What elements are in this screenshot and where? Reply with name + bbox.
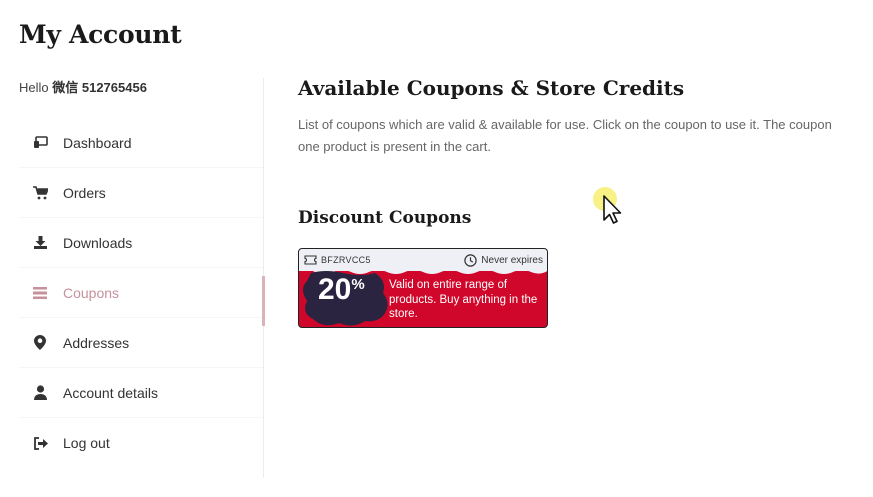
greeting-text: Hello (19, 80, 49, 95)
ticket-icon (304, 255, 317, 265)
discount-coupons-heading: Discount Coupons (298, 208, 472, 228)
coupon-code: BFZRVCC5 (304, 255, 371, 265)
nav-item-label: Coupons (63, 284, 120, 301)
nav-item-addresses[interactable]: Addresses (19, 318, 263, 368)
nav-item-label: Addresses (63, 334, 130, 351)
menu-lines-icon (32, 285, 48, 301)
nav-item-label: Orders (63, 184, 106, 201)
section-heading: Available Coupons & Store Credits (298, 76, 685, 100)
logout-icon (32, 435, 48, 451)
description-line-2: one product is present in the cart. (298, 139, 491, 154)
coupons-description: List of coupons which are valid & availa… (298, 114, 873, 158)
location-pin-icon (32, 335, 48, 351)
download-icon (32, 235, 48, 251)
cart-icon (32, 185, 48, 201)
nav-item-coupons[interactable]: Coupons (19, 268, 263, 318)
active-indicator (262, 276, 265, 326)
page-title: My Account (19, 20, 182, 49)
nav-item-orders[interactable]: Orders (19, 168, 263, 218)
coupon-expiry: Never expires (464, 253, 543, 267)
coupon-code-text: BFZRVCC5 (321, 255, 371, 265)
discount-value: 20 (318, 273, 352, 306)
coupon-description: Valid on entire range of products. Buy a… (389, 279, 538, 320)
nav-item-label: Account details (63, 384, 158, 401)
coupon-card[interactable]: BFZRVCC5 Never expires 20% Valid on enti… (298, 248, 548, 328)
nav-item-label: Log out (63, 435, 110, 451)
description-line-1: List of coupons which are valid & availa… (298, 117, 832, 132)
username: 微信 512765456 (52, 80, 147, 95)
account-nav: Dashboard Orders Downloads Coupons Addre… (19, 118, 263, 468)
account-sidebar: Hello 微信 512765456 Dashboard Orders Down… (19, 78, 265, 478)
nav-item-label: Dashboard (63, 134, 132, 151)
nav-item-logout[interactable]: Log out (19, 418, 263, 468)
coupon-header: BFZRVCC5 Never expires (299, 249, 547, 271)
main-content: Available Coupons & Store Credits List o… (298, 72, 873, 228)
coupon-expiry-text: Never expires (481, 254, 543, 266)
discount-suffix: % (351, 276, 365, 293)
greeting: Hello 微信 512765456 (19, 78, 263, 98)
nav-item-account-details[interactable]: Account details (19, 368, 263, 418)
nav-item-label: Downloads (63, 234, 133, 251)
clock-icon (464, 253, 477, 267)
user-icon (32, 385, 48, 401)
discount-amount: 20% (318, 273, 365, 307)
nav-item-dashboard[interactable]: Dashboard (19, 118, 263, 168)
mouse-cursor-icon (593, 187, 622, 224)
nav-item-downloads[interactable]: Downloads (19, 218, 263, 268)
dashboard-icon (32, 135, 48, 151)
